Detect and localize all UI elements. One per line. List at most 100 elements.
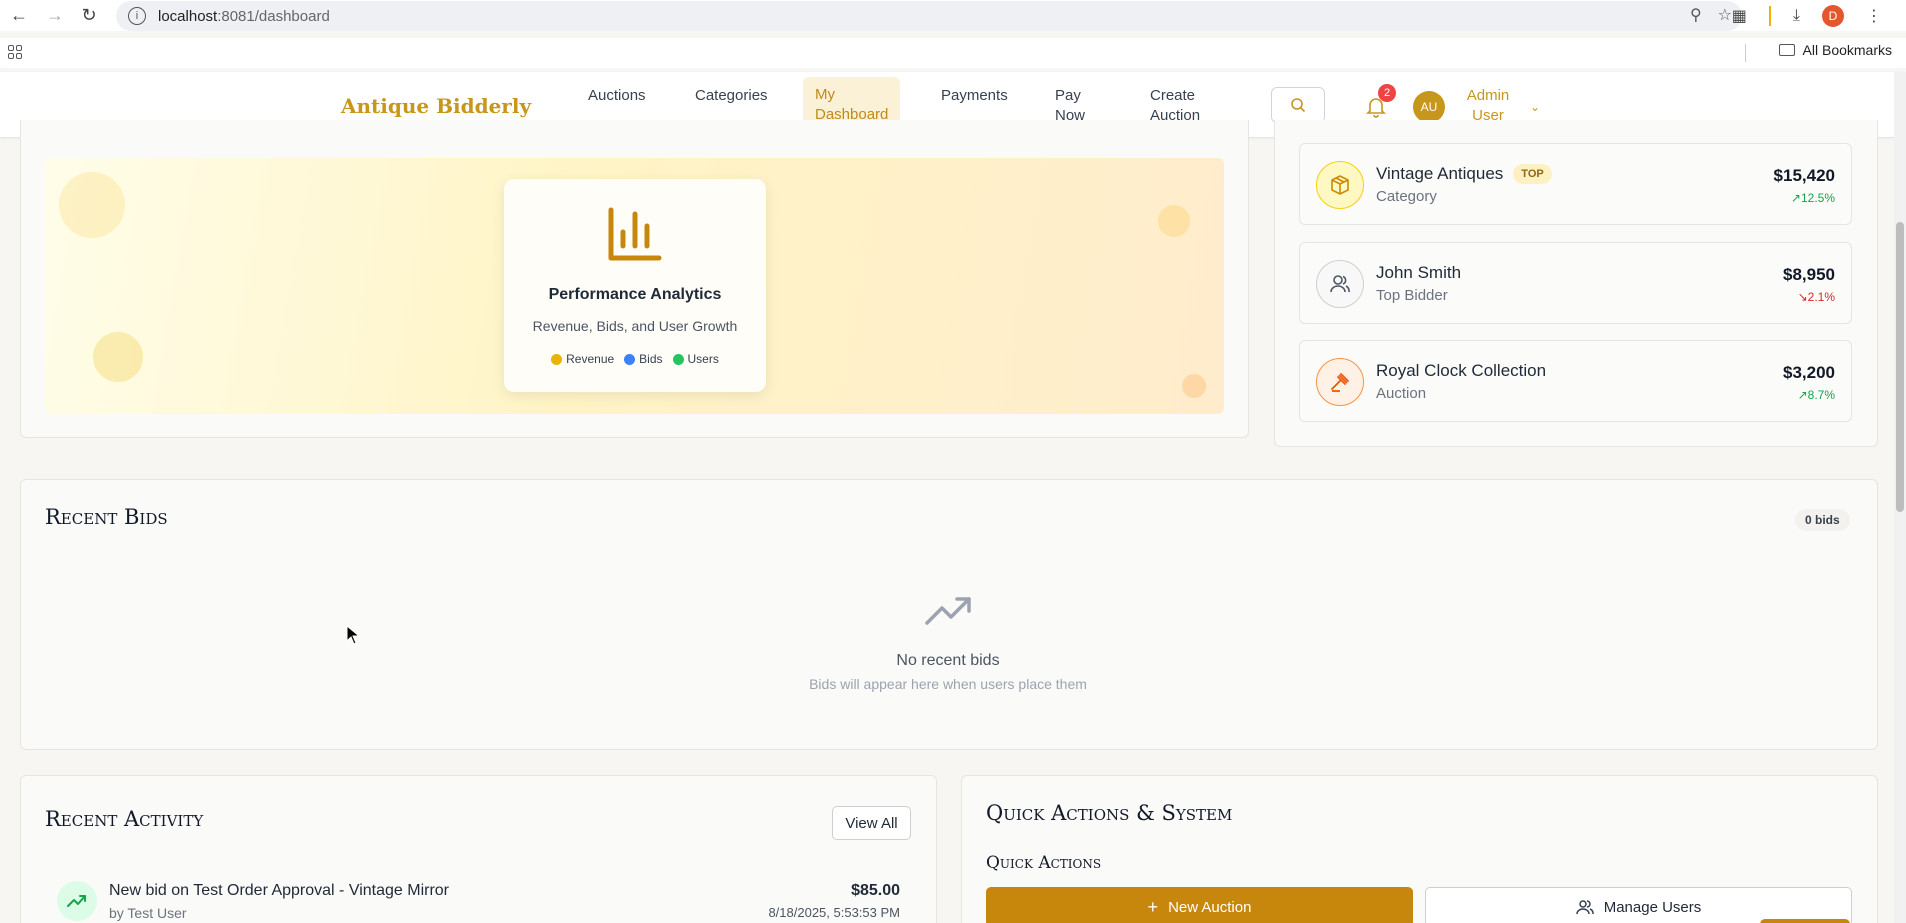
performer-name: Vintage Antiques TOP	[1376, 164, 1552, 184]
page-scrollbar[interactable]	[1894, 72, 1906, 923]
legend-bids: Bids	[624, 352, 663, 366]
nav-categories-label: Categories	[695, 87, 768, 104]
performer-change-value: 2.1%	[1807, 290, 1835, 304]
notification-badge: 2	[1378, 84, 1396, 102]
bids-count-badge: 0 bids	[1795, 509, 1850, 531]
url-path: :8081/dashboard	[217, 7, 330, 25]
nav-auctions[interactable]: Auctions	[588, 86, 646, 106]
manage-users-button[interactable]: Manage Users	[1425, 887, 1852, 923]
quick-actions-title: Quick Actions & System	[986, 801, 1233, 825]
performance-analytics-card: Performance Analytics Revenue, Bids, and…	[504, 179, 766, 392]
performer-item[interactable]: Vintage Antiques TOP Category $15,420 ↗12…	[1299, 143, 1852, 225]
performer-name-text: Vintage Antiques	[1376, 164, 1504, 183]
activity-amount: $85.00	[851, 882, 900, 899]
recent-bids-title: Recent Bids	[45, 505, 168, 529]
performer-change: ↗8.7%	[1798, 388, 1835, 402]
users-icon	[1575, 900, 1594, 915]
legend-revenue: Revenue	[551, 352, 614, 366]
bookmark-star-icon[interactable]: ☆	[1718, 5, 1732, 25]
browser-toolbar: ← → ↻ i localhost:8081/dashboard ⚲ ☆ ▦ ⤓…	[0, 0, 1906, 31]
view-all-button[interactable]: View All	[832, 806, 911, 840]
performer-type: Top Bidder	[1376, 287, 1448, 304]
decor-bubble	[1182, 374, 1206, 398]
performer-name: Royal Clock Collection	[1376, 361, 1546, 381]
performer-item[interactable]: Royal Clock Collection Auction $3,200 ↗8…	[1299, 340, 1852, 422]
toolbar-divider	[1768, 5, 1771, 26]
manage-users-label: Manage Users	[1603, 898, 1702, 916]
legend-users: Users	[672, 352, 719, 366]
performer-type: Category	[1376, 188, 1437, 205]
all-bookmarks-button[interactable]: All Bookmarks	[1778, 42, 1892, 58]
performer-name-text: John Smith	[1376, 263, 1462, 282]
folder-icon	[1778, 44, 1795, 56]
reload-icon[interactable]: ↻	[74, 0, 104, 30]
user-avatar[interactable]: AU	[1413, 91, 1445, 123]
search-button[interactable]	[1271, 87, 1325, 123]
trending-up-icon	[925, 597, 971, 625]
top-badge: TOP	[1513, 164, 1552, 184]
menu-kebab-icon[interactable]: ⋮	[1866, 6, 1882, 26]
forward-icon[interactable]: →	[40, 0, 70, 30]
trend-down-icon: ↘	[1797, 290, 1808, 304]
performer-amount: $8,950	[1783, 265, 1835, 284]
nav-categories[interactable]: Categories	[695, 86, 768, 106]
bar-chart-icon	[608, 207, 662, 261]
new-auction-label: New Auction	[1168, 898, 1252, 916]
bookmarks-divider	[1745, 44, 1746, 62]
download-icon[interactable]: ⤓	[1793, 7, 1800, 25]
decor-bubble	[1158, 205, 1190, 237]
back-icon[interactable]: ←	[4, 0, 34, 30]
brand-logo[interactable]: Antique Bidderly	[341, 94, 531, 118]
recent-activity-panel	[20, 775, 937, 923]
mouse-cursor-icon	[346, 625, 360, 645]
analytics-title: Performance Analytics	[548, 286, 722, 303]
no-bids-title: No recent bids	[896, 652, 1000, 669]
bookmarks-bar: All Bookmarks	[0, 38, 1906, 68]
legend-dot	[551, 353, 563, 365]
legend-label: Bids	[639, 352, 663, 366]
nav-dashboard-label-1: My	[815, 86, 835, 103]
recent-activity-title: Recent Activity	[45, 807, 204, 831]
extensions-icon[interactable]: ▦	[1732, 6, 1747, 26]
address-bar[interactable]: i localhost:8081/dashboard ⚲ ☆	[116, 1, 1742, 31]
performer-change: ↘2.1%	[1798, 290, 1835, 304]
all-bookmarks-label: All Bookmarks	[1802, 42, 1892, 58]
nav-payments[interactable]: Payments	[941, 86, 1008, 106]
gavel-icon	[1316, 358, 1364, 406]
nav-pay-now-label-1: Pay	[1055, 87, 1081, 104]
floating-action-button[interactable]	[1760, 919, 1850, 923]
analytics-subtitle: Revenue, Bids, and User Growth	[532, 318, 738, 334]
activity-trend-icon	[57, 881, 97, 921]
activity-title[interactable]: New bid on Test Order Approval - Vintage…	[109, 882, 449, 900]
legend-dot	[672, 353, 684, 365]
legend-dot	[624, 353, 636, 365]
nav-payments-label: Payments	[941, 87, 1008, 104]
trend-up-icon: ↗	[1790, 191, 1801, 205]
plus-icon: +	[1147, 896, 1159, 917]
performer-name-text: Royal Clock Collection	[1376, 361, 1547, 380]
legend-label: Revenue	[566, 352, 615, 366]
package-icon	[1316, 161, 1364, 209]
activity-user: by Test User	[109, 905, 187, 921]
password-key-icon[interactable]: ⚲	[1690, 5, 1702, 25]
analytics-legend: Revenue Bids Users	[504, 352, 766, 366]
users-icon	[1316, 260, 1364, 308]
apps-grid-icon[interactable]	[8, 45, 24, 59]
legend-label: Users	[687, 352, 719, 366]
site-info-icon[interactable]: i	[128, 7, 146, 25]
performer-change-value: 12.5%	[1800, 191, 1835, 205]
scrollbar-thumb[interactable]	[1896, 222, 1904, 512]
no-bids-subtitle: Bids will appear here when users place t…	[809, 676, 1087, 692]
nav-create-label-1: Create	[1150, 87, 1196, 104]
performer-name: John Smith	[1376, 263, 1461, 283]
quick-actions-subtitle: Quick Actions	[986, 853, 1102, 873]
performer-amount: $3,200	[1783, 363, 1835, 382]
decor-bubble	[93, 332, 143, 382]
performer-item[interactable]: John Smith Top Bidder $8,950 ↘2.1%	[1299, 242, 1852, 324]
new-auction-button[interactable]: + New Auction	[986, 887, 1413, 923]
profile-avatar[interactable]: D	[1822, 4, 1844, 27]
user-name-line1: Admin	[1466, 87, 1510, 104]
chevron-down-icon[interactable]: ⌄	[1530, 100, 1540, 114]
performer-type: Auction	[1376, 385, 1427, 402]
activity-timestamp: 8/18/2025, 5:53:53 PM	[768, 905, 900, 920]
